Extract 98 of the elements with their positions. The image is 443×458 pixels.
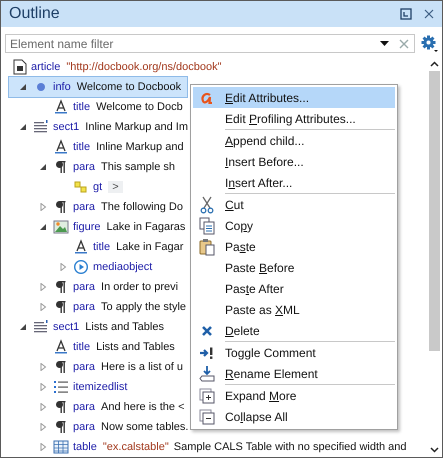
image-icon xyxy=(53,219,69,235)
collapsed-icon[interactable] xyxy=(59,263,67,271)
tree-row[interactable]: sect1 Inline Markup and Im xyxy=(9,117,194,137)
tree-row[interactable]: title Lake in Fagar xyxy=(9,237,190,257)
panel-title: Outline xyxy=(9,5,61,23)
delete-icon xyxy=(201,324,213,336)
title-icon xyxy=(53,99,69,115)
expand-icon xyxy=(199,388,215,404)
menu-item[interactable]: Edit Attributes... xyxy=(193,87,395,108)
menu-item[interactable]: Insert Before... xyxy=(193,151,395,172)
close-icon[interactable] xyxy=(424,9,434,19)
menu-item[interactable]: Cut xyxy=(193,194,395,215)
filter-field[interactable]: Element name filter xyxy=(5,34,415,53)
node-text: And here is the < xyxy=(101,401,185,413)
expanded-icon[interactable] xyxy=(19,123,27,131)
tree-row[interactable]: para In order to previ xyxy=(9,277,184,297)
tree-row[interactable]: title Lists and Tables xyxy=(9,337,181,357)
tree-row[interactable]: itemizedlist xyxy=(9,377,140,397)
menu-item[interactable]: Rename Element xyxy=(193,363,395,384)
title-icon xyxy=(73,239,89,255)
section-icon xyxy=(33,119,49,135)
tree-row[interactable]: article "http://docbook.org/ns/docbook" xyxy=(9,57,233,77)
tree-row[interactable]: para To apply the style xyxy=(9,297,192,317)
document-icon xyxy=(13,59,27,75)
collapsed-icon[interactable] xyxy=(39,283,47,291)
collapsed-icon[interactable] xyxy=(39,423,47,431)
arrow-exclamation-icon xyxy=(199,346,215,358)
expanded-icon[interactable] xyxy=(19,323,27,331)
tree-row[interactable]: para Now some tables. xyxy=(9,417,194,437)
tree-row[interactable]: para This sample sh xyxy=(9,157,182,177)
tree-row[interactable]: figure Lake in Fagaras xyxy=(9,217,192,237)
menu-item[interactable]: Paste Before xyxy=(193,257,395,278)
tree-row[interactable]: gt > xyxy=(9,177,129,197)
node-text: Lake in Fagar xyxy=(116,241,184,253)
node-text: In order to previ xyxy=(101,281,178,293)
menu-item[interactable]: Paste After xyxy=(193,278,395,299)
title-icon xyxy=(53,339,69,355)
scroll-up-icon[interactable] xyxy=(430,61,438,67)
tree-row[interactable]: mediaobject xyxy=(9,257,164,277)
table-icon xyxy=(53,439,69,455)
menu-item[interactable]: Expand More xyxy=(193,385,395,406)
attribute-icon xyxy=(200,92,214,104)
menu-item[interactable]: Collapse All xyxy=(193,406,395,427)
node-text: Inline Markup and xyxy=(96,141,184,153)
section-icon xyxy=(33,319,49,335)
scroll-thumb[interactable] xyxy=(428,71,440,351)
node-text: > xyxy=(108,181,123,193)
menu-item[interactable]: Append child... xyxy=(193,130,395,151)
collapsed-icon[interactable] xyxy=(39,363,47,371)
node-text: The following Do xyxy=(101,201,183,213)
dropdown-icon[interactable] xyxy=(380,41,389,47)
restore-icon[interactable] xyxy=(400,8,412,20)
node-text: Sample CALS Table with no specified width and xyxy=(174,441,407,453)
list-icon xyxy=(53,379,69,395)
collapsed-icon[interactable] xyxy=(39,303,47,311)
collapse-icon xyxy=(199,408,215,424)
menu-item[interactable]: Paste xyxy=(193,236,395,257)
tree-row[interactable]: title Inline Markup and xyxy=(9,137,190,157)
node-text: Welcome to Docb xyxy=(96,101,183,113)
node-text: Here is a list of u xyxy=(101,361,183,373)
rename-icon xyxy=(199,364,215,382)
menu-item[interactable]: Insert After... xyxy=(193,172,395,193)
tree-row[interactable]: info Welcome to Docbook xyxy=(9,77,188,97)
tree-row[interactable]: para And here is the < xyxy=(9,397,191,417)
clear-icon[interactable] xyxy=(399,39,409,49)
scroll-down-icon[interactable] xyxy=(430,447,438,453)
expanded-icon[interactable] xyxy=(19,83,27,91)
collapsed-icon[interactable] xyxy=(39,203,47,211)
tree-row[interactable]: para The following Do xyxy=(9,197,189,217)
menu-item[interactable]: Paste as XML xyxy=(193,299,395,320)
collapsed-icon[interactable] xyxy=(39,383,47,391)
menu-item[interactable]: Toggle Comment xyxy=(193,342,395,363)
copy-icon xyxy=(199,216,215,234)
node-text: This sample sh xyxy=(101,161,176,173)
node-text: Lists and Tables xyxy=(96,341,175,353)
menu-item[interactable]: Edit Profiling Attributes... xyxy=(193,108,395,129)
expanded-icon[interactable] xyxy=(39,163,47,171)
node-text: Inline Markup and Im xyxy=(85,121,188,133)
play-icon xyxy=(73,259,89,275)
tree-row[interactable]: sect1 Lists and Tables xyxy=(9,317,170,337)
node-text: Now some tables. xyxy=(101,421,188,433)
collapsed-icon[interactable] xyxy=(39,443,47,451)
expanded-icon[interactable] xyxy=(39,223,47,231)
squares-icon xyxy=(73,179,89,195)
scissors-icon xyxy=(200,196,214,214)
tree-row[interactable]: title Welcome to Docb xyxy=(9,97,189,117)
node-text: Welcome to Docbook xyxy=(76,81,182,93)
tree-row[interactable]: table "ex.calstable" Sample CALS Table with no specified width and xyxy=(9,437,413,457)
node-text: Lists and Tables xyxy=(85,321,164,333)
node-text: Lake in Fagaras xyxy=(106,221,186,233)
menu-item[interactable]: Delete xyxy=(193,320,395,341)
clipboard-icon xyxy=(199,238,215,256)
menu-item[interactable]: Copy xyxy=(193,215,395,236)
settings-icon[interactable] xyxy=(421,34,439,52)
collapsed-icon[interactable] xyxy=(39,403,47,411)
node-text: To apply the style xyxy=(101,301,186,313)
title-icon xyxy=(53,139,69,155)
tree-row[interactable]: para Here is a list of u xyxy=(9,357,189,377)
